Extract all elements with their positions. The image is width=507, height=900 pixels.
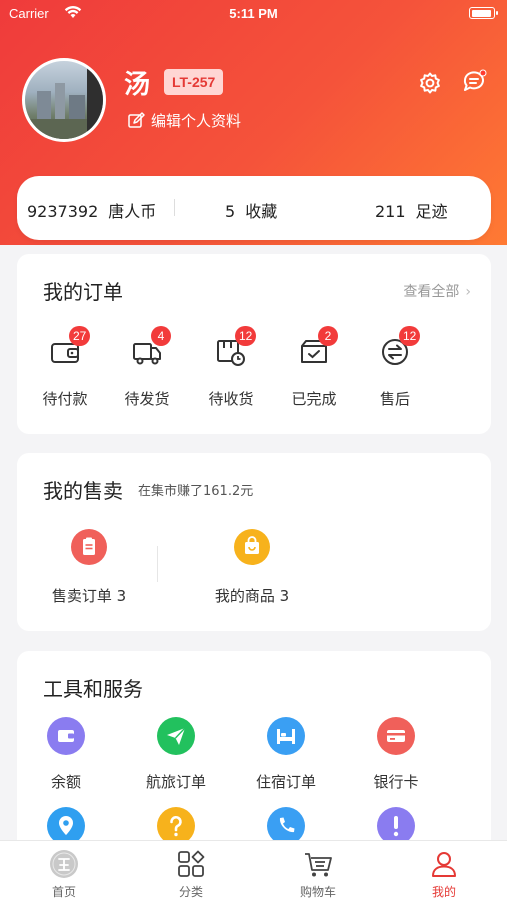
view-all-orders-link[interactable]: 查看全部 ›: [403, 281, 471, 301]
edit-profile-label: 编辑个人资料: [151, 112, 242, 130]
stat-footprints[interactable]: 211 足迹: [375, 198, 448, 222]
home-logo-icon: [50, 850, 78, 878]
tool-flight-orders[interactable]: 航旅订单: [131, 717, 221, 792]
badge-count: 12: [399, 326, 421, 346]
message-icon[interactable]: [462, 69, 488, 93]
order-after-sale[interactable]: 12 售后: [355, 326, 435, 409]
stat-coins[interactable]: 9237392 唐人币: [27, 198, 156, 222]
order-pending-receipt[interactable]: 12 待收货: [191, 326, 271, 409]
paper-plane-icon: [167, 727, 186, 745]
sales-earnings-text: 在集市赚了161.2元: [138, 484, 254, 499]
tools-card: 工具和服务 余额 航旅订单 住宿订单 银行卡: [17, 651, 491, 851]
order-pending-payment[interactable]: 27 待付款: [25, 326, 105, 409]
tab-label: 我的: [431, 885, 456, 899]
tools-title: 工具和服务: [43, 677, 143, 701]
sales-orders-label: 售卖订单 3: [51, 587, 127, 605]
chevron-right-icon: ›: [465, 284, 471, 300]
tool-balance[interactable]: 余额: [21, 717, 111, 792]
stat-label: 唐人币: [108, 202, 157, 221]
gear-icon[interactable]: [418, 71, 442, 95]
sales-title: 我的售卖: [43, 479, 123, 503]
my-products-button[interactable]: 我的商品 3: [209, 529, 295, 606]
tab-category[interactable]: 分类: [151, 849, 231, 900]
stat-favorites[interactable]: 5 收藏: [225, 198, 277, 222]
tool-label: 余额: [50, 773, 81, 791]
bottom-tab-bar: 首页 分类 购物车 我的: [0, 840, 507, 900]
tool-label: 住宿订单: [255, 773, 316, 791]
tab-home[interactable]: 首页: [24, 849, 104, 900]
bed-icon: [277, 729, 295, 744]
order-completed[interactable]: 2 已完成: [274, 326, 354, 409]
tab-mine[interactable]: 我的: [404, 849, 484, 900]
battery-icon: [469, 7, 498, 19]
category-grid-icon: [178, 850, 205, 877]
order-label: 待发货: [124, 390, 170, 408]
user-name: 汤: [124, 70, 151, 100]
clipboard-icon: [83, 537, 95, 555]
stat-value: 9237392: [27, 202, 99, 221]
stat-value: 211: [375, 202, 406, 221]
order-pending-shipment[interactable]: 4 待发货: [107, 326, 187, 409]
tool-label: 银行卡: [373, 773, 419, 791]
stats-card: 9237392 唐人币 5 收藏 211 足迹: [17, 176, 491, 240]
orders-title: 我的订单: [43, 280, 123, 304]
status-bar: Carrier 5:11 PM: [0, 0, 507, 28]
bank-card-icon: [387, 730, 405, 742]
clock-time: 5:11 PM: [229, 6, 278, 21]
my-products-label: 我的商品 3: [214, 587, 290, 605]
badge-count: 2: [318, 326, 338, 346]
tab-label: 首页: [51, 885, 76, 899]
badge-count: 12: [235, 326, 257, 346]
edit-profile-link[interactable]: 编辑个人资料: [128, 110, 241, 131]
sales-orders-button[interactable]: 售卖订单 3: [47, 529, 131, 606]
sales-divider: [157, 546, 158, 582]
avatar[interactable]: [22, 58, 106, 142]
tab-label: 购物车: [299, 885, 336, 899]
order-label: 待收货: [208, 390, 254, 408]
user-level-tag: LT-257: [164, 69, 224, 95]
stat-label: 足迹: [415, 202, 448, 221]
user-icon: [432, 852, 456, 877]
cart-icon: [305, 853, 332, 877]
tab-label: 分类: [178, 885, 203, 899]
tool-hotel-orders[interactable]: 住宿订单: [241, 717, 331, 792]
stat-label: 收藏: [245, 202, 278, 221]
view-all-label: 查看全部: [403, 284, 460, 300]
stat-divider: [174, 199, 175, 216]
shopping-bag-icon: [245, 536, 259, 554]
badge-count: 27: [69, 326, 91, 346]
order-label: 售后: [379, 390, 410, 408]
wallet-icon: [58, 730, 74, 742]
orders-card: 我的订单 查看全部 › 27 待付款 4 待发货 12 待收货 2 已完成 12…: [17, 254, 491, 434]
edit-icon: [128, 112, 145, 128]
stat-value: 5: [225, 202, 236, 221]
sales-card: 我的售卖 在集市赚了161.2元 售卖订单 3 我的商品 3: [17, 453, 491, 631]
tab-cart[interactable]: 购物车: [278, 849, 358, 900]
badge-count: 4: [151, 326, 171, 346]
tool-label: 航旅订单: [145, 773, 206, 791]
tool-bank-card[interactable]: 银行卡: [351, 717, 441, 792]
order-label: 已完成: [291, 390, 337, 408]
order-label: 待付款: [42, 390, 88, 408]
